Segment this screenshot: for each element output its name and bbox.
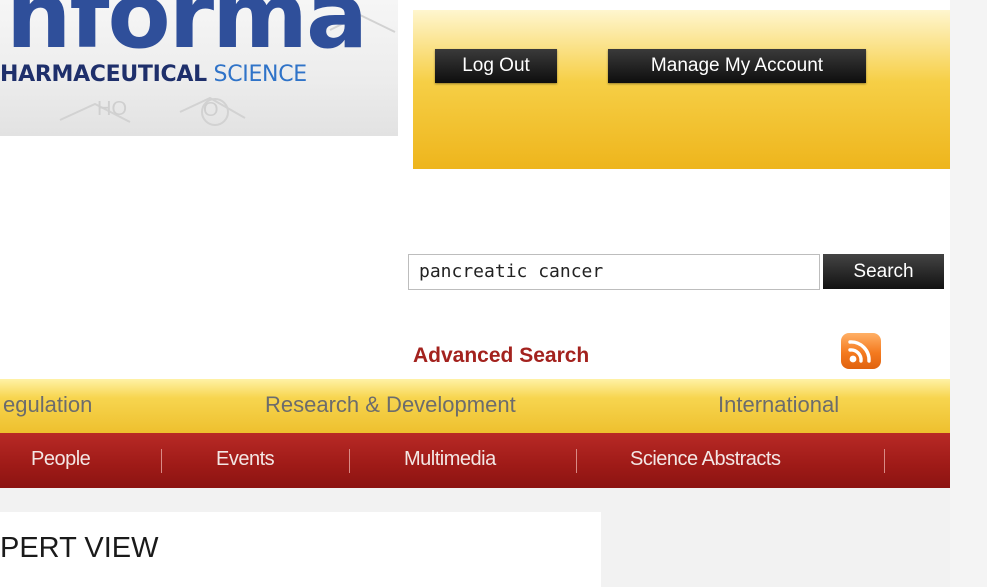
nav-separator <box>161 449 162 473</box>
primary-nav: egulation Research & Development Interna… <box>0 379 950 433</box>
secondary-nav: People Events Multimedia Science Abstrac… <box>0 433 950 488</box>
site-logo[interactable]: nforma HARMACEUTICAL SCIENCE HO O <box>0 0 398 136</box>
page: nforma HARMACEUTICAL SCIENCE HO O Log Ou… <box>0 0 987 587</box>
nav-item-events[interactable]: Events <box>216 448 275 471</box>
nav-item-research-development[interactable]: Research & Development <box>265 392 516 418</box>
nav-item-multimedia[interactable]: Multimedia <box>404 448 496 471</box>
logo-deco-o: O <box>203 99 219 121</box>
logo-deco-ho: HO <box>97 98 127 120</box>
log-out-button[interactable]: Log Out <box>435 49 557 83</box>
manage-account-button[interactable]: Manage My Account <box>608 49 866 83</box>
logo-tagline: HARMACEUTICAL SCIENCE <box>0 62 307 87</box>
search-button[interactable]: Search <box>823 254 944 289</box>
logo-wordmark: nforma <box>6 0 368 69</box>
nav-item-science-abstracts[interactable]: Science Abstracts <box>630 448 781 471</box>
nav-separator <box>349 449 350 473</box>
logo-tagline-bold: HARMACEUTICAL <box>0 62 207 87</box>
logo-tagline-light: SCIENCE <box>213 62 308 87</box>
advanced-search-link[interactable]: Advanced Search <box>413 344 589 368</box>
account-panel: Log Out Manage My Account <box>413 10 950 169</box>
nav-separator <box>576 449 577 473</box>
section-heading: PERT VIEW <box>0 532 159 564</box>
nav-separator <box>884 449 885 473</box>
search-input[interactable] <box>408 254 820 290</box>
rss-icon[interactable] <box>841 333 881 369</box>
page-margin <box>950 0 987 587</box>
nav-item-people[interactable]: People <box>31 448 91 471</box>
nav-item-international[interactable]: International <box>718 392 839 418</box>
nav-item-regulation[interactable]: egulation <box>3 392 92 418</box>
rss-glyph <box>848 340 871 363</box>
